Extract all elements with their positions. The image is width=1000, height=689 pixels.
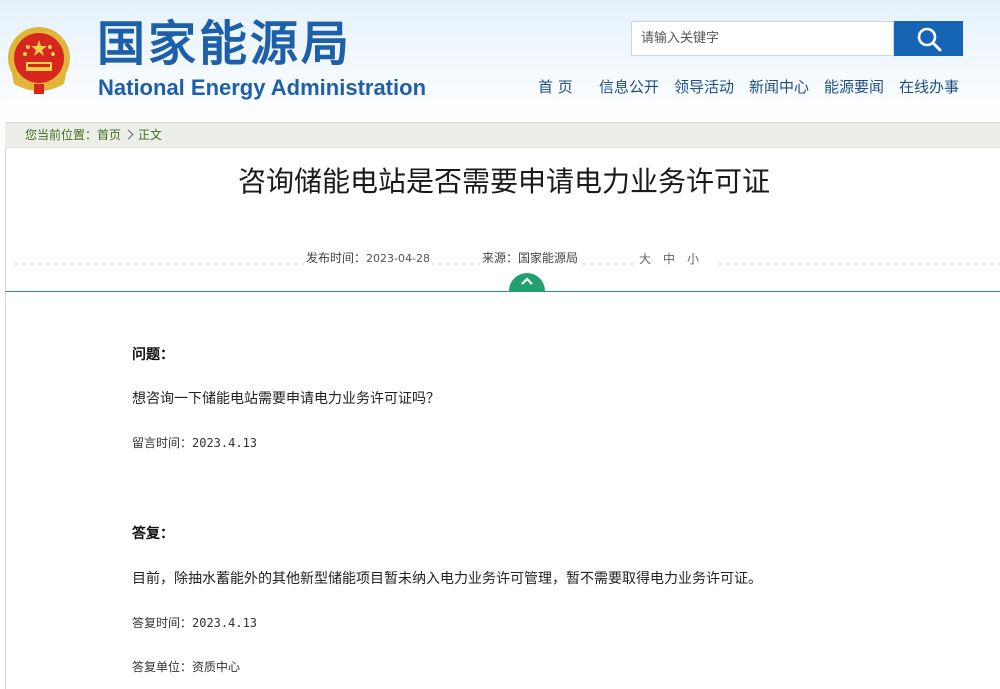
answer-time: 答复时间：2023.4.13 (132, 616, 258, 630)
site-header: 国家能源局 National Energy Administration 首 页… (0, 0, 1000, 122)
publish-info: 发布时间：2023-04-28 (304, 250, 432, 267)
answer-text: 目前，除抽水蓄能外的其他新型储能项目暂未纳入电力业务许可管理，暂不需要取得电力业… (132, 571, 762, 587)
nav-info-disclosure[interactable]: 信息公开 (599, 76, 659, 98)
nav-online-services[interactable]: 在线办事 (899, 76, 959, 98)
nav-leadership[interactable]: 领导活动 (674, 76, 734, 98)
question-label: 问题： (132, 347, 174, 363)
content-border (5, 148, 6, 689)
answer-label: 答复： (132, 526, 174, 542)
question-time: 留言时间：2023.4.13 (132, 436, 258, 450)
collapse-toggle-button[interactable] (509, 273, 545, 292)
chevron-up-icon (521, 277, 533, 285)
breadcrumb-home-link[interactable]: 首页 (97, 128, 121, 142)
nav-home[interactable]: 首 页 (538, 76, 573, 98)
breadcrumb-prefix: 您当前位置： (25, 128, 98, 142)
source-info: 来源：国家能源局 (480, 250, 581, 266)
chevron-right-icon (123, 129, 134, 140)
font-size-switcher: 大中小 (636, 250, 715, 267)
breadcrumb-current: 正文 (138, 128, 163, 142)
search-button[interactable] (894, 21, 963, 56)
nav-energy-news[interactable]: 能源要闻 (824, 76, 884, 98)
font-size-large[interactable]: 大 (639, 252, 651, 266)
nav-news-center[interactable]: 新闻中心 (749, 76, 809, 98)
source-value: 国家能源局 (518, 251, 579, 265)
question-text: 想咨询一下储能电站需要申请电力业务许可证吗？ (132, 391, 440, 407)
search-input[interactable] (631, 21, 894, 56)
national-emblem-icon (8, 27, 70, 94)
article-title: 咨询储能电站是否需要申请电力业务许可证 (237, 165, 770, 198)
breadcrumb: 您当前位置：首页 正文 (5, 122, 1000, 148)
site-logo-chinese[interactable]: 国家能源局 (97, 16, 352, 72)
font-size-medium[interactable]: 中 (663, 252, 675, 266)
publish-date: 2023-04-28 (366, 252, 430, 265)
answer-unit: 答复单位：资质中心 (132, 660, 241, 674)
site-logo-english[interactable]: National Energy Administration (98, 74, 426, 102)
source-label: 来源： (482, 251, 519, 265)
section-divider (5, 291, 1000, 292)
publish-label: 发布时间： (306, 251, 367, 265)
font-size-small[interactable]: 小 (687, 252, 699, 266)
search-icon (917, 27, 941, 51)
